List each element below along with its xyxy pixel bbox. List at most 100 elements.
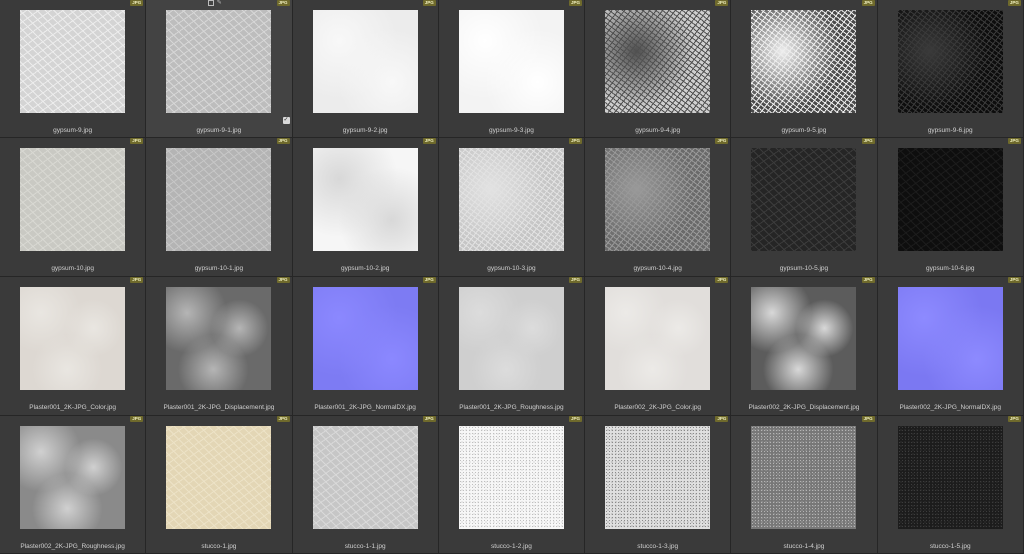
file-name-label: gypsum-9.jpg (53, 127, 93, 134)
texture-thumbnail[interactable] (751, 426, 857, 529)
asset-tile[interactable]: JPG Plaster002_2K-JPG_Color.jpg (585, 277, 732, 416)
file-type-badge: JPG (276, 138, 290, 144)
asset-tile[interactable]: JPG Plaster001_2K-JPG_Roughness.jpg (438, 277, 586, 416)
asset-tile[interactable]: JPG stucco-1-3.jpg (585, 416, 732, 554)
file-type-badge: JPG (422, 416, 436, 422)
texture-thumbnail[interactable] (751, 148, 857, 251)
file-type-badge: JPG (276, 277, 290, 283)
file-type-badge: JPG (861, 277, 875, 283)
file-name-label: gypsum-9-3.jpg (489, 127, 534, 134)
texture-thumbnail[interactable] (20, 148, 125, 251)
file-name-label: Plaster001_2K-JPG_Color.jpg (29, 404, 116, 411)
texture-thumbnail[interactable] (751, 10, 857, 113)
select-checkbox[interactable]: ✓ (282, 117, 290, 124)
asset-tile[interactable]: JPG Plaster002_2K-JPG_NormalDX.jpg (877, 277, 1024, 416)
texture-thumbnail[interactable] (312, 10, 418, 113)
asset-tile[interactable]: JPG gypsum-9.jpg (0, 0, 147, 138)
file-type-badge: JPG (569, 138, 583, 144)
texture-thumbnail[interactable] (166, 148, 272, 251)
asset-tile[interactable]: JPG stucco-1-5.jpg (877, 416, 1024, 554)
asset-tile[interactable]: JPG gypsum-9-5.jpg (731, 0, 878, 138)
texture-thumbnail[interactable] (20, 426, 125, 529)
asset-tile[interactable]: JPG gypsum-9-6.jpg (877, 0, 1024, 138)
texture-thumbnail[interactable] (458, 287, 564, 390)
texture-thumbnail[interactable] (605, 426, 711, 529)
file-type-badge: JPG (861, 138, 875, 144)
asset-tile[interactable]: JPG stucco-1-4.jpg (731, 416, 878, 554)
asset-tile[interactable]: JPG Plaster001_2K-JPG_Displacement.jpg (146, 277, 293, 416)
asset-tile[interactable]: JPG gypsum-10-5.jpg (731, 138, 878, 277)
asset-tile[interactable]: JPG gypsum-9-4.jpg (585, 0, 732, 138)
file-type-badge: JPG (1007, 277, 1021, 283)
file-name-label: gypsum-9-6.jpg (927, 127, 973, 134)
file-type-badge: JPG (569, 416, 583, 422)
asset-tile[interactable]: JPG gypsum-9-2.jpg (292, 0, 439, 138)
texture-thumbnail[interactable] (166, 10, 272, 113)
asset-tile[interactable]: JPG gypsum-10-3.jpg (438, 138, 586, 277)
texture-thumbnail[interactable] (166, 287, 272, 390)
asset-tile[interactable]: JPG gypsum-10-4.jpg (585, 138, 732, 277)
texture-thumbnail[interactable] (897, 287, 1003, 390)
asset-tile[interactable]: JPG Plaster001_2K-JPG_NormalDX.jpg (292, 277, 439, 416)
texture-thumbnail[interactable] (458, 426, 564, 529)
texture-thumbnail[interactable] (605, 148, 711, 251)
file-name-label: gypsum-10-2.jpg (340, 265, 390, 272)
asset-tile[interactable]: JPG gypsum-10.jpg (0, 138, 147, 277)
file-name-label: Plaster001_2K-JPG_Roughness.jpg (459, 404, 564, 411)
texture-thumbnail[interactable] (458, 10, 564, 113)
texture-thumbnail[interactable] (897, 10, 1003, 113)
asset-tile[interactable]: JPG gypsum-10-6.jpg (877, 138, 1024, 277)
file-name-label: stucco-1.jpg (201, 543, 237, 550)
file-type-badge: JPG (130, 416, 144, 422)
file-type-badge: JPG (715, 138, 729, 144)
file-name-label: stucco-1-5.jpg (929, 543, 971, 550)
asset-tile[interactable]: JPG Plaster002_2K-JPG_Roughness.jpg (0, 416, 147, 554)
tile-hover-tools: ✎ (208, 0, 222, 6)
file-name-label: gypsum-10-3.jpg (487, 265, 536, 272)
texture-thumbnail[interactable] (166, 426, 272, 529)
asset-tile[interactable]: JPG gypsum-10-2.jpg (292, 138, 439, 277)
texture-thumbnail[interactable] (312, 287, 418, 390)
asset-tile[interactable]: JPG stucco-1.jpg (146, 416, 293, 554)
file-type-badge: JPG (422, 138, 436, 144)
copy-icon[interactable] (208, 0, 215, 6)
file-type-badge: JPG (422, 277, 436, 283)
file-name-label: stucco-1-1.jpg (344, 543, 386, 550)
file-name-label: Plaster002_2K-JPG_Color.jpg (614, 404, 702, 411)
texture-thumbnail[interactable] (312, 148, 418, 251)
asset-tile[interactable]: JPG stucco-1-1.jpg (292, 416, 439, 554)
file-name-label: gypsum-9-4.jpg (635, 127, 681, 134)
asset-tile[interactable]: JPG gypsum-9-1.jpg ✎ ✓ (146, 0, 293, 138)
texture-thumbnail[interactable] (20, 287, 125, 390)
file-name-label: gypsum-10-5.jpg (779, 265, 829, 272)
file-name-label: gypsum-10-1.jpg (194, 265, 244, 272)
file-name-label: gypsum-9-2.jpg (342, 127, 388, 134)
texture-thumbnail[interactable] (751, 287, 857, 390)
file-name-label: Plaster001_2K-JPG_NormalDX.jpg (314, 404, 416, 411)
file-type-badge: JPG (1007, 0, 1021, 6)
file-type-badge: JPG (861, 0, 875, 6)
file-type-badge: JPG (715, 277, 729, 283)
texture-thumbnail[interactable] (605, 10, 711, 113)
file-name-label: Plaster001_2K-JPG_Displacement.jpg (163, 404, 275, 411)
file-name-label: gypsum-9-5.jpg (781, 127, 827, 134)
pencil-icon[interactable]: ✎ (216, 0, 222, 6)
asset-tile[interactable]: JPG gypsum-9-3.jpg (438, 0, 586, 138)
asset-tile[interactable]: JPG Plaster001_2K-JPG_Color.jpg (0, 277, 147, 416)
file-type-badge: JPG (1007, 416, 1021, 422)
file-type-badge: JPG (715, 416, 729, 422)
file-name-label: stucco-1-4.jpg (783, 543, 825, 550)
texture-thumbnail[interactable] (312, 426, 418, 529)
asset-tile[interactable]: JPG stucco-1-2.jpg (438, 416, 586, 554)
file-name-label: Plaster002_2K-JPG_NormalDX.jpg (899, 404, 1001, 411)
file-type-badge: JPG (569, 277, 583, 283)
texture-thumbnail[interactable] (897, 148, 1003, 251)
texture-thumbnail[interactable] (20, 10, 125, 113)
file-type-badge: JPG (130, 138, 144, 144)
texture-thumbnail[interactable] (605, 287, 711, 390)
texture-thumbnail[interactable] (458, 148, 564, 251)
asset-tile[interactable]: JPG gypsum-10-1.jpg (146, 138, 293, 277)
file-name-label: stucco-1-3.jpg (637, 543, 679, 550)
asset-tile[interactable]: JPG Plaster002_2K-JPG_Displacement.jpg (731, 277, 878, 416)
texture-thumbnail[interactable] (897, 426, 1003, 529)
